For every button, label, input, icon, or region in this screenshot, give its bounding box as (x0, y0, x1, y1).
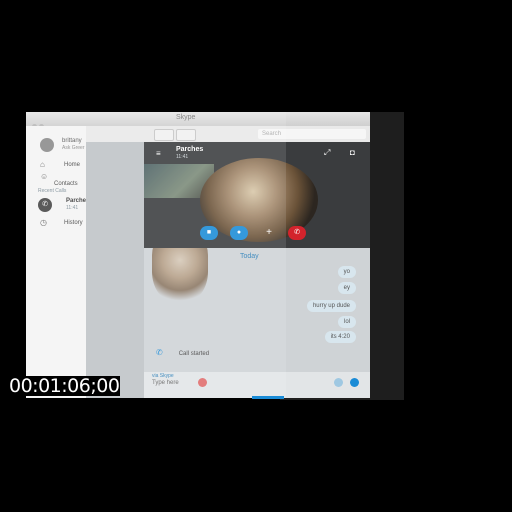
section-label-recent: Recent Calls (38, 188, 67, 194)
attach-icon[interactable] (334, 378, 343, 387)
toolbar-button-video[interactable] (154, 129, 174, 141)
phone-icon: ✆ (156, 348, 163, 357)
search-input[interactable]: Search (258, 129, 366, 139)
call-contact-name: Parches (176, 146, 204, 153)
contacts-icon: ☺ (40, 172, 49, 181)
message-input[interactable]: Type here (152, 380, 179, 386)
scroll-indicator (252, 396, 284, 399)
message-bubble: ey (337, 282, 356, 294)
message-bubble: lol (337, 316, 356, 328)
home-icon: ⌂ (40, 160, 45, 169)
sidebar: brittany Ask Greer ⌂ Home ☺Contacts Recen… (26, 126, 135, 398)
expand-icon[interactable]: ⤢ (324, 148, 330, 158)
message-bubble: hurry up dude (306, 300, 356, 312)
profile-status: Ask Greer (62, 145, 85, 151)
microphone-button[interactable]: ● (230, 226, 248, 240)
profile-name: brittany (62, 138, 82, 144)
video-toggle-button[interactable]: ■ (200, 226, 218, 240)
window-title: Skype (176, 114, 196, 121)
call-duration: 11:41 (176, 154, 189, 160)
add-participant-button[interactable]: + (260, 226, 278, 240)
sidebar-item-contacts[interactable]: ☺Contacts (40, 172, 86, 188)
title-bar: Skype (26, 112, 370, 147)
skype-window: Skype Search brittany Ask Greer ⌂ Home ☺C… (26, 112, 370, 398)
sidebar-overlap (86, 142, 144, 398)
phone-icon: ✆ (38, 198, 52, 212)
date-divider: Today (240, 253, 259, 260)
recent-call-time: 11:41 (66, 205, 79, 211)
menu-icon[interactable]: ≡ (156, 149, 161, 158)
send-icon[interactable] (350, 378, 359, 387)
timecode-overlay: 00:01:06;00 (8, 375, 121, 397)
sidebar-item-history[interactable]: ◷ History (40, 218, 83, 227)
end-call-button[interactable]: ✆ (288, 226, 306, 240)
emoji-icon[interactable] (198, 378, 207, 387)
toolbar-button-call[interactable] (176, 129, 196, 141)
clock-icon: ◷ (40, 218, 47, 227)
chat-icon[interactable]: ◘ (350, 148, 355, 157)
message-bubble: its 4:20 (324, 331, 356, 343)
avatar[interactable] (40, 138, 54, 152)
message-bubble: yo (337, 266, 356, 278)
call-panel: ≡ Parches 11:41 ⤢ ◘ ■ ● + ✆ (144, 142, 370, 248)
sidebar-item-home[interactable]: ⌂ Home (40, 160, 80, 169)
call-started-event: ✆ Call started (156, 348, 210, 357)
compose-bar: via Skype Type here (144, 372, 370, 398)
window-controls[interactable] (32, 116, 52, 147)
network-label: via Skype (152, 373, 174, 379)
